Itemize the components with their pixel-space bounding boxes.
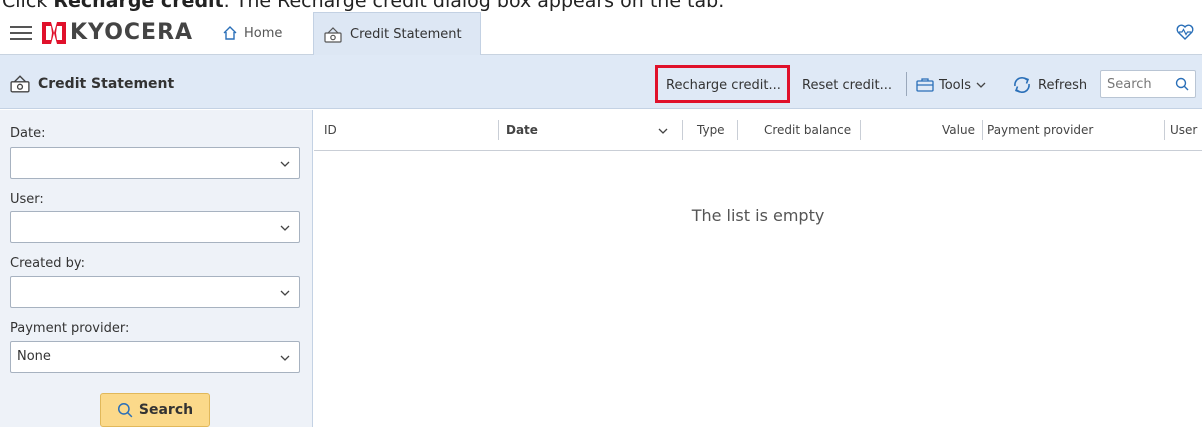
heart-pulse-icon[interactable]	[1176, 24, 1194, 40]
reset-credit-button[interactable]: Reset credit...	[802, 73, 892, 97]
column-credit-balance[interactable]: Credit balance	[764, 110, 851, 150]
empty-list-message: The list is empty	[691, 206, 825, 225]
payment-provider-select[interactable]: None	[10, 341, 300, 373]
toolbar-divider	[906, 72, 907, 96]
tab-credit-statement[interactable]: Credit Statement	[313, 12, 481, 56]
payment-provider-label: Payment provider:	[10, 321, 130, 336]
tools-label: Tools	[939, 77, 972, 93]
instruction-caption: Click Recharge credit. The Recharge cred…	[2, 0, 724, 12]
toolbar-search[interactable]	[1100, 70, 1196, 98]
created-by-select[interactable]	[10, 276, 300, 308]
search-icon	[117, 402, 133, 418]
kyocera-logo: KYOCERA	[42, 20, 193, 45]
page-header: Credit Statement Recharge credit... Rese…	[0, 55, 1202, 109]
refresh-button[interactable]: Refresh	[1011, 73, 1087, 97]
column-date[interactable]: Date	[506, 110, 538, 150]
chevron-down-icon	[280, 161, 290, 167]
hamburger-icon[interactable]	[10, 22, 32, 42]
toolbox-icon	[916, 78, 934, 92]
caption-prefix: Click	[2, 0, 54, 12]
date-select[interactable]	[10, 147, 300, 179]
column-user[interactable]: User	[1170, 110, 1197, 150]
tab-credit-statement-label: Credit Statement	[350, 27, 462, 42]
column-divider	[982, 120, 983, 140]
chevron-down-icon	[280, 290, 290, 296]
tab-home[interactable]: Home	[222, 20, 282, 46]
chevron-down-icon	[658, 128, 668, 134]
tools-menu-button[interactable]: Tools	[916, 73, 987, 97]
credit-statement-icon	[10, 75, 30, 93]
credit-statement-icon	[324, 26, 342, 43]
chevron-down-icon	[280, 225, 290, 231]
refresh-icon	[1014, 76, 1030, 94]
home-icon	[223, 26, 237, 40]
logo-text: KYOCERA	[70, 20, 194, 45]
search-button[interactable]: Search	[100, 393, 210, 427]
column-divider	[737, 120, 738, 140]
payment-provider-value: None	[17, 349, 51, 364]
refresh-label: Refresh	[1038, 77, 1088, 93]
chevron-down-icon	[280, 355, 290, 361]
column-value[interactable]: Value	[942, 110, 975, 150]
credit-statement-grid: ID Date Type Credit balance Value Paymen…	[314, 110, 1202, 427]
column-id[interactable]: ID	[324, 110, 337, 150]
page-title-text: Credit Statement	[38, 76, 175, 92]
recharge-credit-button[interactable]: Recharge credit...	[666, 73, 781, 97]
chevron-down-icon	[976, 82, 986, 88]
user-select[interactable]	[10, 211, 300, 243]
date-label: Date:	[10, 126, 46, 141]
top-tab-bar: KYOCERA Home Credit Statement	[0, 12, 1202, 56]
kyocera-logo-mark	[42, 21, 66, 44]
caption-bold: Recharge credit	[53, 0, 224, 12]
column-divider	[1164, 120, 1165, 140]
column-divider	[498, 120, 499, 140]
filter-panel: Date: User: Created by: Payment provider…	[0, 110, 313, 427]
page-title: Credit Statement	[10, 75, 174, 93]
search-icon[interactable]	[1175, 77, 1189, 91]
grid-header: ID Date Type Credit balance Value Paymen…	[314, 110, 1202, 151]
column-payment-provider[interactable]: Payment provider	[987, 110, 1093, 150]
column-divider	[682, 120, 683, 140]
column-type[interactable]: Type	[697, 110, 725, 150]
created-by-label: Created by:	[10, 256, 85, 271]
search-button-label: Search	[138, 402, 194, 418]
user-label: User:	[10, 192, 44, 207]
caption-suffix: . The Recharge credit dialog box appears…	[223, 0, 725, 12]
search-input[interactable]	[1101, 71, 1171, 97]
column-divider	[860, 120, 861, 140]
tab-home-label: Home	[244, 25, 283, 41]
